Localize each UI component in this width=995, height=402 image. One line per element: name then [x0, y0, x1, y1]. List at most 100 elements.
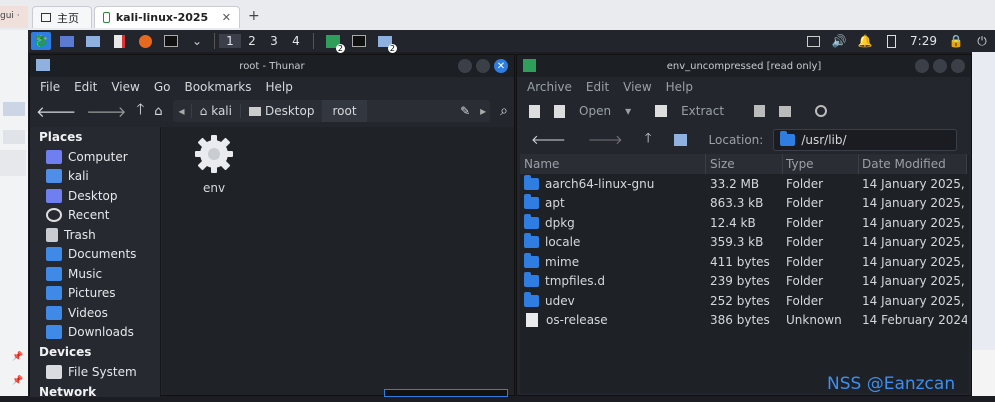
show-desktop-icon[interactable] [57, 32, 77, 50]
sidebar-item-kali[interactable]: kali [30, 167, 160, 187]
path-kali[interactable]: ⌂ kali [190, 104, 240, 118]
file-item-env[interactable]: env [190, 133, 238, 195]
path-desktop[interactable]: Desktop [239, 104, 323, 118]
add-folder-icon[interactable] [779, 105, 792, 117]
menu-go[interactable]: Go [154, 80, 171, 94]
table-row[interactable]: os-release 386 bytes Unknown 14 February 20… [520, 311, 967, 331]
lock-icon[interactable]: 🔒 [946, 32, 966, 50]
minimize-button[interactable] [915, 59, 929, 73]
tab-home[interactable]: 主页 [32, 6, 92, 28]
kali-menu-icon[interactable]: 🐉 [31, 32, 51, 50]
open-button[interactable]: Open [579, 104, 611, 118]
extract-icon[interactable] [655, 105, 668, 117]
new-archive-icon[interactable] [529, 104, 540, 118]
minimize-button[interactable] [458, 59, 472, 73]
edit-path-icon[interactable]: ✎ [454, 104, 476, 118]
tab-kali-vm[interactable]: kali-linux-2025.3-vmware... ✕ [94, 6, 240, 28]
extract-button[interactable]: Extract [681, 104, 724, 118]
computer-icon [46, 149, 62, 164]
close-button[interactable]: ✕ [494, 59, 508, 73]
close-tab-icon[interactable]: ✕ [222, 11, 231, 24]
home-folder-icon [46, 169, 62, 184]
table-row[interactable]: aarch64-linux-gnu 33.2 MB Folder 14 January… [520, 174, 967, 194]
vm-tab-icon [103, 12, 110, 23]
column-name[interactable]: Name [520, 154, 706, 174]
sidebar-item-trash[interactable]: Trash [30, 225, 160, 245]
stop-icon[interactable] [815, 105, 828, 117]
back-arrow-icon[interactable]: 🡐 [531, 132, 566, 148]
file-manager-icon[interactable] [83, 32, 103, 50]
window-button-archive[interactable]: 2 [323, 32, 345, 53]
window-title: env_uncompressed [read only] [666, 60, 822, 72]
column-date-modified[interactable]: Date Modified [859, 154, 967, 174]
thunar-titlebar[interactable]: root - Thunar ✕ [30, 55, 514, 77]
location-field[interactable]: /usr/lib/ [773, 129, 957, 151]
table-row[interactable]: locale359.3 kBFolder14 January 2025, 0..… [520, 233, 967, 253]
menu-view[interactable]: View [623, 80, 651, 94]
up-arrow-icon[interactable]: 🡑 [136, 99, 144, 124]
column-type[interactable]: Type [783, 154, 859, 174]
workspace-4[interactable]: 4 [285, 34, 307, 48]
sidebar-item-music[interactable]: Music [30, 264, 160, 284]
chevron-down-icon[interactable]: ▾ [625, 104, 631, 118]
path-root[interactable]: root [322, 100, 367, 122]
forward-arrow-icon[interactable]: 🡒 [588, 132, 623, 148]
sidebar-item-recent[interactable]: Recent [30, 206, 160, 226]
chevron-down-icon[interactable]: ⌄ [187, 32, 207, 50]
sidebar-item-filesystem[interactable]: File System [30, 362, 160, 382]
menu-help[interactable]: Help [266, 80, 293, 94]
browser-tabstrip: gui · 主页 kali-linux-2025.3-vmware... ✕ + [0, 0, 995, 30]
back-arrow-icon[interactable]: 🡐 [36, 102, 76, 121]
workspace-3[interactable]: 3 [263, 34, 285, 48]
table-row[interactable]: mime411 bytesFolder14 January 2025, 0... [520, 252, 967, 272]
sidebar-item-videos[interactable]: Videos [30, 303, 160, 323]
path-left-icon[interactable]: ◂ [173, 104, 191, 118]
menu-bookmarks[interactable]: Bookmarks [184, 80, 251, 94]
column-size[interactable]: Size [706, 154, 783, 174]
add-files-icon[interactable] [754, 105, 766, 117]
window-button-thunar[interactable]: 2 [375, 32, 397, 53]
menu-view[interactable]: View [111, 80, 139, 94]
open-archive-icon[interactable] [554, 104, 565, 118]
sidebar-item-computer[interactable]: Computer [30, 147, 160, 167]
sidebar-item-documents[interactable]: Documents [30, 245, 160, 265]
path-right-icon[interactable]: ▸ [476, 104, 490, 118]
workspace-switcher-icon[interactable] [803, 32, 823, 50]
close-button[interactable] [951, 59, 965, 73]
maximize-button[interactable] [476, 59, 490, 73]
home-icon[interactable]: ⌂ [154, 104, 162, 119]
maximize-button[interactable] [933, 59, 947, 73]
pin-icon: 📌 [12, 376, 24, 386]
volume-icon[interactable]: 🔊 [829, 32, 849, 50]
sidebar-item-downloads[interactable]: Downloads [30, 323, 160, 343]
notifications-bell-icon[interactable]: 🔔 [855, 32, 875, 50]
archive-titlebar[interactable]: env_uncompressed [read only] [517, 55, 971, 77]
workspace-1[interactable]: 1 [219, 34, 241, 48]
menu-edit[interactable]: Edit [74, 80, 97, 94]
new-tab-button[interactable]: + [248, 8, 260, 24]
table-row[interactable]: apt863.3 kBFolder14 January 2025, 0... [520, 194, 967, 214]
search-icon[interactable]: ⌕ [500, 103, 508, 119]
menu-help[interactable]: Help [666, 80, 693, 94]
power-icon[interactable]: ⏻ [972, 32, 992, 50]
menu-edit[interactable]: Edit [586, 80, 609, 94]
places-heading: Places [39, 130, 83, 144]
home-folder-icon[interactable] [673, 134, 687, 146]
sidebar-item-desktop[interactable]: Desktop [30, 186, 160, 206]
table-row[interactable]: udev252 bytesFolder14 January 2025, 0... [520, 291, 967, 311]
table-row[interactable]: tmpfiles.d 239 bytes Folder 14 January 2025… [520, 272, 967, 292]
forward-arrow-icon[interactable]: 🡒 [86, 102, 126, 121]
table-row[interactable]: dpkg12.4 kBFolder14 January 2025, 0... [520, 213, 967, 233]
workspace-2[interactable]: 2 [241, 34, 263, 48]
battery-icon[interactable] [881, 32, 901, 50]
text-editor-icon[interactable] [109, 32, 129, 50]
menu-archive[interactable]: Archive [527, 80, 572, 94]
clock[interactable]: 7:29 [904, 34, 943, 48]
terminal-icon[interactable] [161, 32, 181, 50]
folder-icon [524, 213, 539, 229]
firefox-icon[interactable] [135, 32, 155, 50]
menu-file[interactable]: File [40, 80, 60, 94]
window-button-terminal[interactable] [349, 32, 369, 50]
sidebar-item-pictures[interactable]: Pictures [30, 284, 160, 304]
up-arrow-icon[interactable]: 🡑 [645, 129, 652, 151]
